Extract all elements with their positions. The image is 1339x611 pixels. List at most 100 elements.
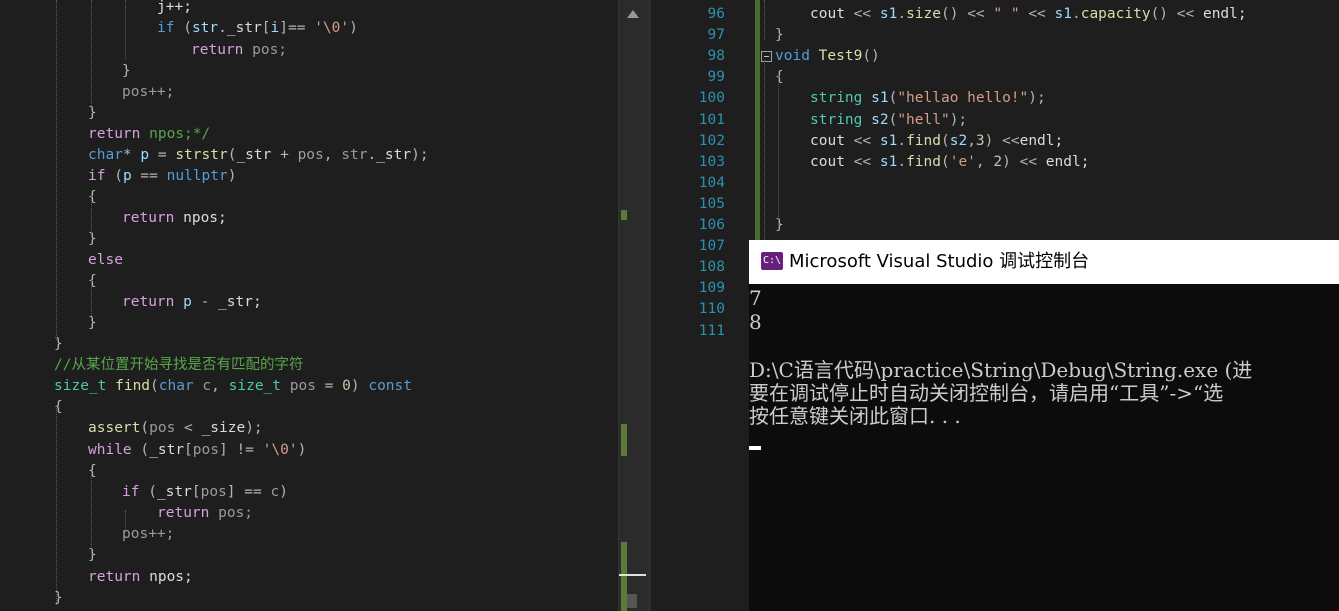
code-line[interactable]: }: [775, 215, 784, 236]
code-token: }: [88, 315, 97, 331]
code-token: pos: [297, 147, 324, 163]
code-line[interactable]: //从某位置开始寻找是否有匹配的字符: [54, 355, 303, 376]
code-line[interactable]: return npos;*/: [88, 124, 210, 145]
code-token: ): [984, 132, 1003, 149]
code-line[interactable]: cout << s1.find('e', 2) << endl;: [810, 152, 1089, 173]
debug-console-window[interactable]: C:\ Microsoft Visual Studio 调试控制台 7 8 D:…: [749, 240, 1339, 611]
code-line[interactable]: if (_str[pos] == c): [122, 482, 288, 503]
code-token: 0: [342, 378, 351, 394]
code-token: =: [315, 378, 343, 394]
code-line[interactable]: {: [88, 187, 97, 208]
code-line[interactable]: return pos;: [157, 503, 253, 524]
code-line[interactable]: char* p = strstr(_str + pos, str._str);: [88, 145, 429, 166]
code-token: if: [157, 20, 184, 36]
code-line[interactable]: return p - _str;: [122, 292, 262, 313]
line-number: 101: [698, 111, 725, 128]
code-line[interactable]: {: [88, 271, 97, 292]
code-line[interactable]: while (_str[pos] != '\0'): [88, 440, 306, 461]
code-token: size: [906, 6, 941, 22]
code-token: string: [810, 111, 872, 128]
scroll-up-arrow-icon[interactable]: [627, 10, 639, 18]
line-number: 106: [698, 217, 725, 233]
line-number: 103: [698, 153, 725, 170]
code-line[interactable]: }: [88, 103, 97, 124]
indent-guide: [778, 75, 779, 225]
code-line[interactable]: if (p == nullptr): [88, 166, 236, 187]
code-line[interactable]: {: [775, 67, 784, 88]
code-token: "hellao hello!": [897, 90, 1029, 107]
code-token: '\0': [262, 442, 298, 458]
code-line[interactable]: size_t find(char c, size_t pos = 0) cons…: [54, 376, 412, 397]
code-token: return: [191, 42, 253, 58]
code-token: pos++;: [122, 84, 175, 100]
change-indicator-bar: [755, 200, 760, 240]
line-number: 98: [707, 48, 725, 65]
code-token: endl;: [1202, 6, 1247, 22]
code-token: _size: [201, 420, 246, 436]
code-line[interactable]: return npos;: [122, 208, 227, 229]
line-number: 109: [698, 280, 725, 297]
code-token: if: [122, 484, 149, 500]
code-token: +: [271, 147, 298, 163]
indent-guide: [764, 0, 765, 40]
code-token: .: [897, 132, 907, 149]
code-line[interactable]: {: [88, 461, 97, 482]
indent-guide: [91, 0, 92, 110]
code-token: _str: [156, 484, 192, 500]
code-line[interactable]: assert(pos < _size);: [88, 418, 263, 439]
code-line[interactable]: }: [122, 61, 131, 82]
code-token: .: [897, 6, 907, 22]
code-line[interactable]: pos++;: [122, 524, 174, 545]
code-line[interactable]: pos++;: [122, 82, 174, 103]
console-app-icon: C:\: [761, 252, 783, 270]
code-token: return: [88, 126, 150, 142]
code-token: nullptr: [166, 168, 228, 184]
indent-guide: [125, 0, 126, 60]
console-cursor: [749, 446, 761, 450]
code-line[interactable]: void Test9(): [775, 46, 880, 67]
code-token: str: [191, 20, 219, 36]
code-token: return: [122, 210, 184, 226]
code-token: pos++;: [122, 526, 175, 542]
code-token: char: [158, 378, 203, 394]
code-line[interactable]: cout << s1.size() << " " << s1.capacity(…: [810, 4, 1247, 25]
code-line[interactable]: j++;: [157, 0, 192, 18]
indent-guide: [91, 280, 92, 320]
code-token: [: [184, 442, 193, 458]
scroll-position-indicator: [619, 574, 646, 576]
code-line[interactable]: return pos;: [191, 40, 287, 61]
code-token: cout: [810, 6, 854, 22]
left-code-editor[interactable]: j++; if (str._str[i]== '\0') return pos;} p…: [0, 0, 618, 611]
code-line[interactable]: }: [775, 25, 784, 46]
code-line[interactable]: else: [88, 250, 123, 271]
console-output-line: 8: [749, 310, 762, 334]
code-token: c: [270, 484, 280, 500]
code-line[interactable]: return npos;: [88, 567, 193, 588]
code-token: (: [888, 90, 898, 107]
code-line[interactable]: }: [88, 313, 97, 334]
code-token: {: [775, 69, 784, 86]
code-line[interactable]: string s1("hellao hello!");: [810, 88, 1046, 109]
code-line[interactable]: }: [88, 229, 97, 250]
vertical-scrollbar[interactable]: [618, 0, 646, 611]
scroll-thumb[interactable]: [627, 594, 637, 608]
code-token: );: [245, 420, 263, 436]
collapse-minus-icon[interactable]: [761, 51, 772, 62]
code-token: capacity: [1080, 6, 1151, 22]
code-token: ): [297, 442, 307, 458]
code-token: }: [775, 27, 784, 44]
code-token: 'e': [949, 153, 976, 170]
code-token: ): [1002, 153, 1020, 170]
code-line[interactable]: }: [88, 545, 97, 566]
code-token: s1: [1054, 6, 1072, 22]
code-token: while: [88, 442, 141, 458]
code-token: pos: [149, 420, 176, 436]
code-line[interactable]: cout << s1.find(s2,3) <<endl;: [810, 131, 1063, 152]
code-line[interactable]: if (str._str[i]== '\0'): [157, 18, 358, 39]
code-token: find: [115, 378, 151, 394]
code-token: size_t: [54, 378, 116, 394]
code-token: .: [1071, 6, 1081, 22]
code-line[interactable]: string s2("hell");: [810, 110, 967, 131]
console-titlebar[interactable]: C:\ Microsoft Visual Studio 调试控制台: [749, 240, 1339, 284]
code-token: s2: [949, 132, 968, 149]
